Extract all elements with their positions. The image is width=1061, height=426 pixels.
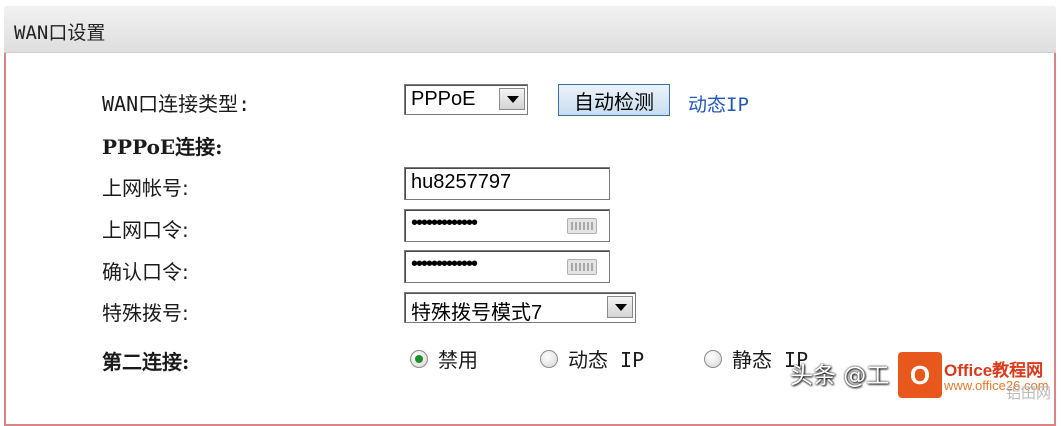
radio-option-dynamic-ip[interactable]: 动态 IP (540, 344, 644, 373)
site-watermark: 铝田网 (1006, 384, 1052, 402)
password-label: 上网口令: (102, 218, 189, 242)
special-dial-select[interactable]: 特殊拨号模式7 (404, 292, 636, 324)
confirm-password-label: 确认口令: (102, 260, 189, 284)
keyboard-icon[interactable] (567, 218, 597, 234)
radio-button[interactable] (704, 349, 722, 368)
wan-type-label: WAN口连接类型: (102, 92, 251, 116)
office-logo: O (898, 352, 942, 398)
detect-result-text: 动态IP (688, 94, 749, 116)
special-dial-value: 特殊拨号模式7 (411, 302, 543, 324)
password-mask: ••••••••••••• (411, 212, 478, 234)
username-label: 上网帐号: (102, 176, 189, 200)
radio-label: 禁用 (438, 348, 478, 372)
radio-label: 动态 IP (568, 348, 645, 372)
wan-type-select[interactable]: PPPoE (404, 84, 528, 115)
confirm-password-field[interactable]: ••••••••••••• (404, 250, 610, 283)
chevron-down-icon[interactable] (607, 296, 633, 318)
username-field[interactable]: hu8257797 (404, 167, 610, 200)
panel-header: WAN口设置 (4, 6, 1056, 53)
pppoe-section-label: PPPoE连接: (102, 135, 223, 159)
second-connection-label: 第二连接: (102, 350, 190, 374)
special-dial-label: 特殊拨号: (102, 301, 189, 325)
radio-option-disabled[interactable]: 禁用 (410, 344, 478, 373)
panel-title: WAN口设置 (14, 22, 106, 44)
keyboard-icon[interactable] (567, 259, 597, 275)
chevron-down-icon[interactable] (499, 88, 525, 110)
radio-button[interactable] (540, 349, 558, 368)
password-field[interactable]: ••••••••••••• (404, 209, 610, 242)
username-value: hu8257797 (411, 171, 512, 193)
confirm-password-mask: ••••••••••••• (411, 253, 478, 275)
radio-button[interactable] (410, 349, 428, 368)
wan-type-value: PPPoE (411, 88, 476, 110)
watermark-text: 头条 @工 (790, 363, 890, 389)
auto-detect-button[interactable]: 自动检测 (558, 84, 670, 116)
